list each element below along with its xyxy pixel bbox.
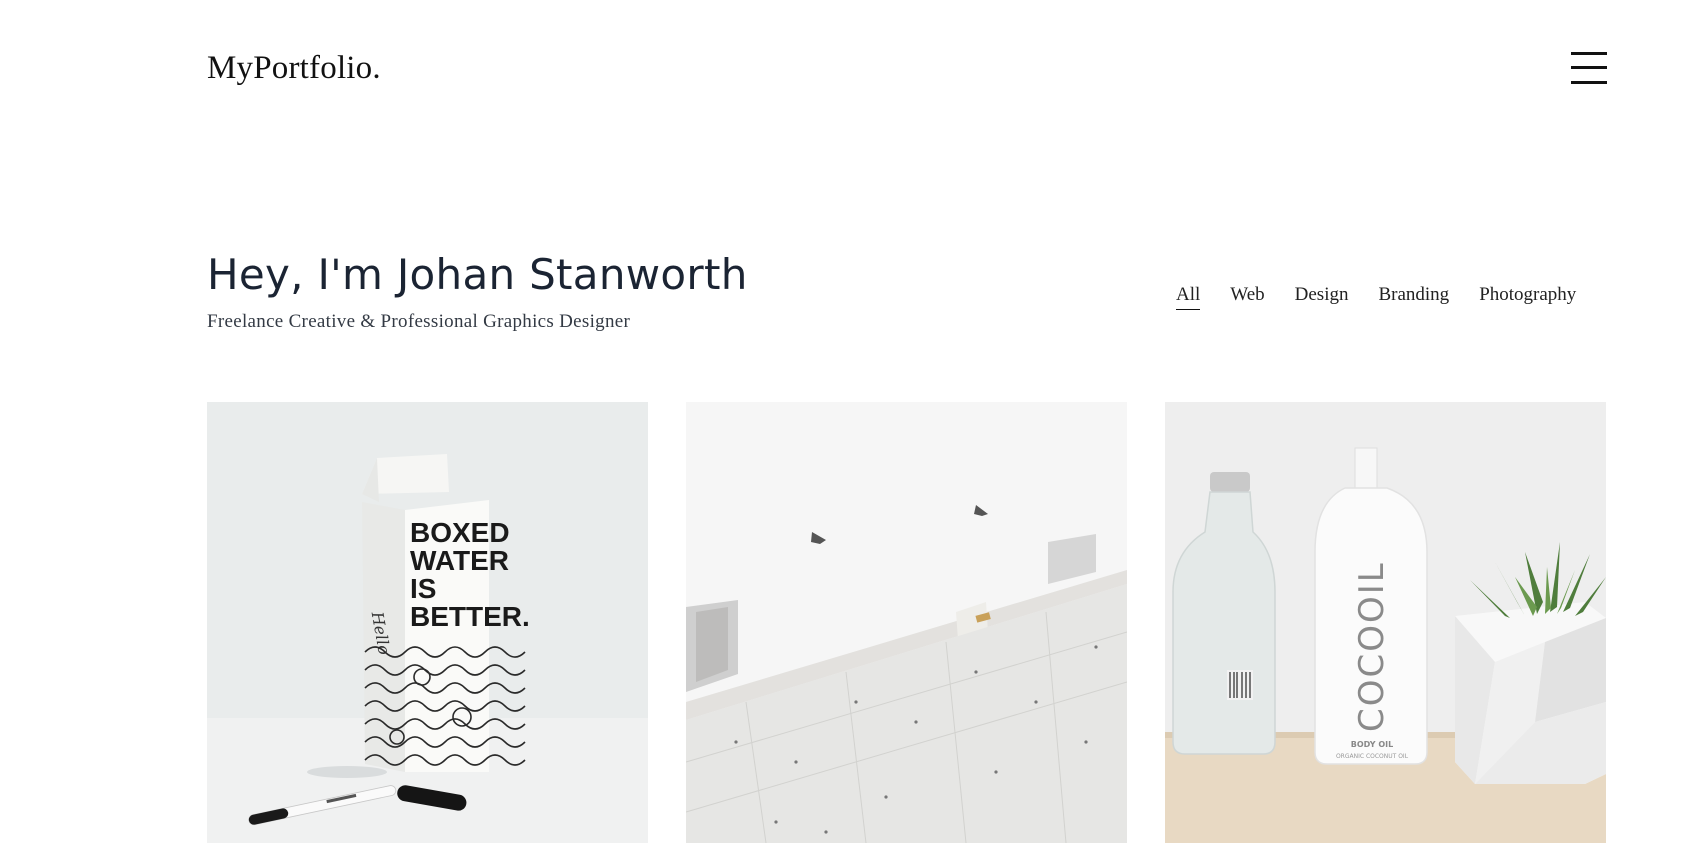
filter-web[interactable]: Web xyxy=(1230,284,1264,310)
bottle-label-text: ORGANIC COCONUT OIL xyxy=(1336,753,1409,760)
hamburger-menu-icon[interactable] xyxy=(1571,52,1607,84)
cocooil-bottle-photo: COCOOIL BODY OIL ORGANIC COCONUT OIL xyxy=(1165,402,1606,843)
bottle-label-text: BODY OIL xyxy=(1351,740,1393,749)
site-logo[interactable]: MyPortfolio. xyxy=(207,50,381,87)
portfolio-item-cocooil[interactable]: COCOOIL BODY OIL ORGANIC COCONUT OIL xyxy=(1165,402,1606,843)
site-header: MyPortfolio. xyxy=(207,40,1607,100)
filter-all[interactable]: All xyxy=(1176,284,1201,310)
bottle-brand-text: COCOOIL xyxy=(1352,561,1392,732)
page-title: Hey, I'm Johan Stanworth xyxy=(207,250,748,299)
carton-text: IS xyxy=(410,573,436,604)
carton-text: BOXED xyxy=(410,517,510,548)
carton-text: BETTER. xyxy=(410,601,530,632)
portfolio-filters: All Web Design Branding Photography xyxy=(1176,284,1576,310)
portfolio-item-boxed-water[interactable]: BOXED WATER IS BETTER. Hello xyxy=(207,402,648,843)
filter-branding[interactable]: Branding xyxy=(1378,284,1449,310)
page-subtitle: Freelance Creative & Professional Graphi… xyxy=(207,311,631,332)
menu-line xyxy=(1571,81,1607,84)
filter-design[interactable]: Design xyxy=(1295,284,1349,310)
boxed-water-carton-photo: BOXED WATER IS BETTER. Hello xyxy=(207,402,648,843)
menu-line xyxy=(1571,66,1607,69)
menu-line xyxy=(1571,52,1607,55)
white-architecture-photo xyxy=(686,402,1127,843)
intro-section: Hey, I'm Johan Stanworth Freelance Creat… xyxy=(207,250,748,333)
carton-text: WATER xyxy=(410,545,509,576)
portfolio-item-architecture[interactable] xyxy=(686,402,1127,843)
filter-photography[interactable]: Photography xyxy=(1479,284,1576,310)
